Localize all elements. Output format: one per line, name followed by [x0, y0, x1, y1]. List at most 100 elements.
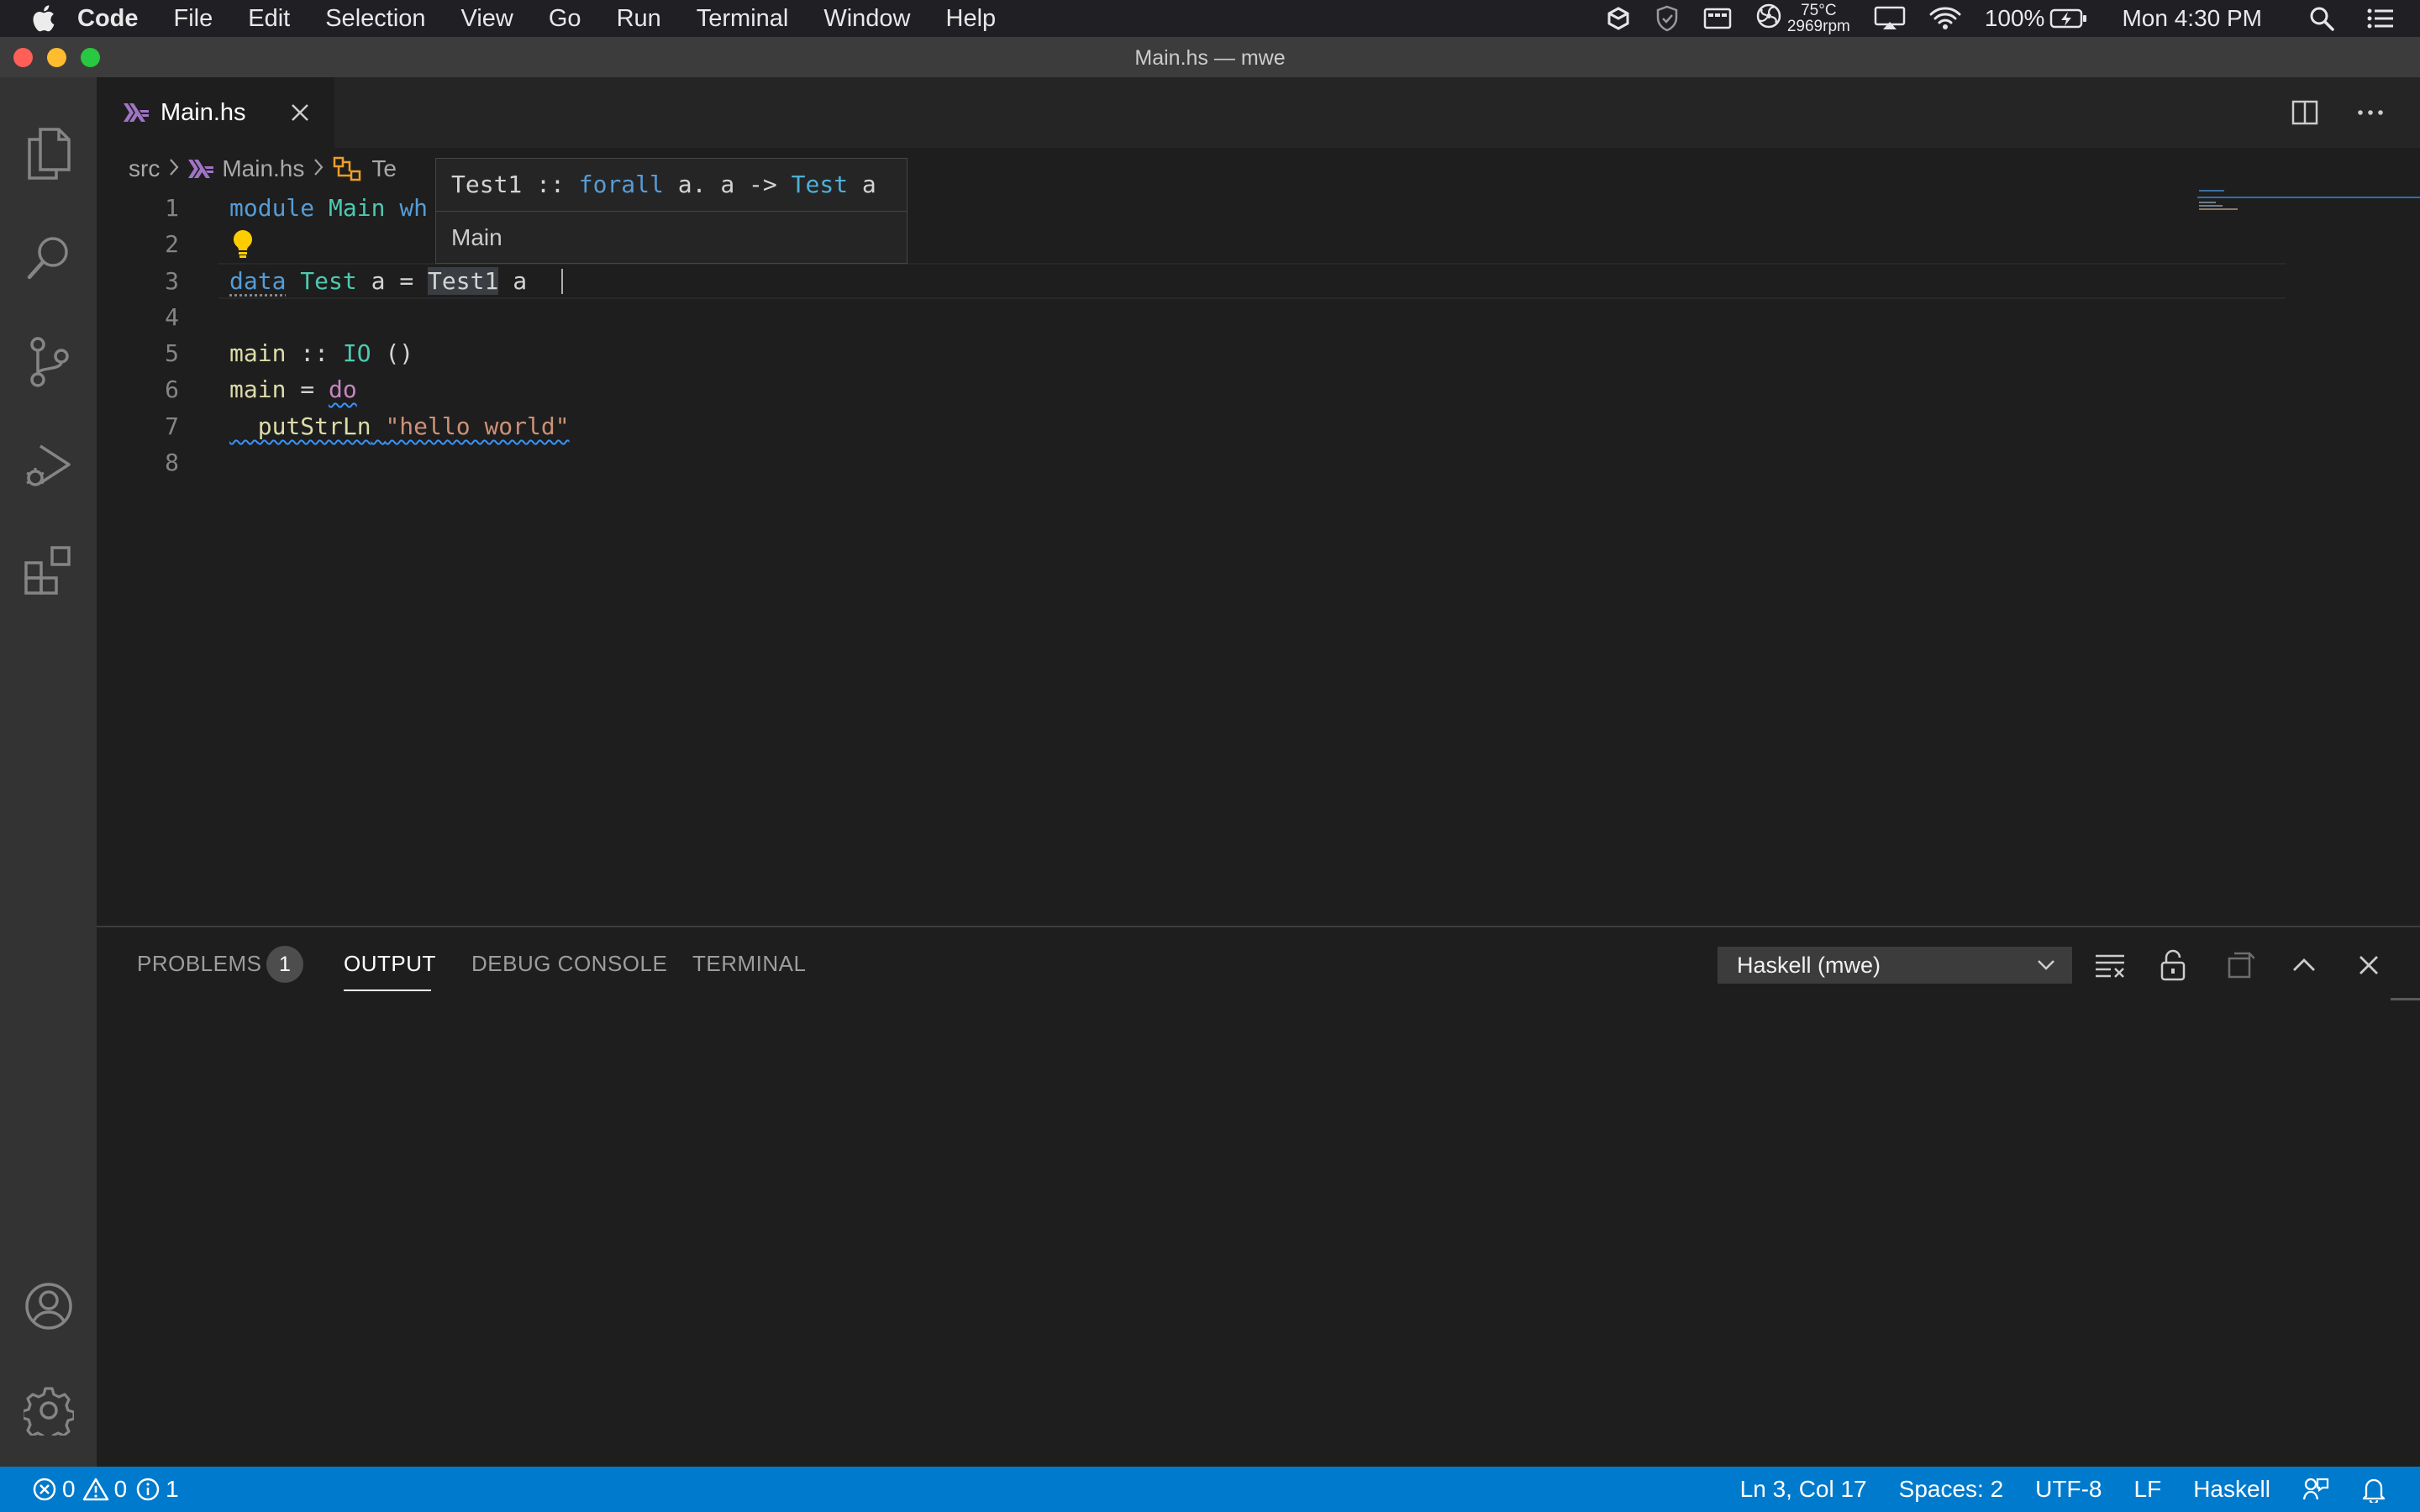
status-bar: 0 0 1 Ln 3, Col 17 Spaces: 2 UTF-8 LF Ha…: [0, 1467, 2420, 1512]
tab-problems[interactable]: PROBLEMS: [137, 951, 262, 977]
close-tab-icon[interactable]: [290, 102, 310, 123]
open-log-file-icon[interactable]: [2218, 944, 2260, 986]
tab-main-hs[interactable]: Main.hs: [97, 77, 334, 148]
hover-op: ::: [536, 171, 565, 198]
minimap[interactable]: [2197, 190, 2420, 739]
battery-status[interactable]: 100%: [1985, 5, 2089, 32]
hover-var: a: [862, 171, 876, 198]
io-type: IO: [343, 339, 371, 367]
info-count: 1: [166, 1476, 179, 1503]
cursor-position[interactable]: Ln 3, Col 17: [1740, 1476, 1867, 1503]
temperature-text: 75°C: [1787, 3, 1850, 18]
spotlight-search-icon[interactable]: [2309, 6, 2334, 31]
lock-scroll-icon[interactable]: [2152, 944, 2194, 986]
error-icon: [32, 1477, 57, 1502]
menu-run[interactable]: Run: [617, 5, 661, 33]
type-var: a: [371, 267, 386, 295]
indentation[interactable]: Spaces: 2: [1899, 1476, 2004, 1503]
hover-divider: [436, 211, 907, 212]
control-center-icon[interactable]: [2366, 7, 2395, 30]
problems-summary[interactable]: 0 0 1: [32, 1467, 179, 1512]
more-actions-icon[interactable]: [2352, 94, 2389, 131]
activity-bar: [0, 77, 97, 1467]
window-title: Main.hs — mwe: [0, 46, 2420, 71]
split-editor-icon[interactable]: [2286, 94, 2323, 131]
code-line-7: putStrLn "hello world": [229, 408, 570, 444]
extensions-icon[interactable]: [0, 524, 97, 617]
haskell-file-icon: [188, 160, 213, 178]
accounts-icon[interactable]: [0, 1260, 97, 1352]
menu-file[interactable]: File: [174, 5, 213, 33]
menu-help[interactable]: Help: [946, 5, 997, 33]
error-count: 0: [62, 1476, 76, 1503]
code-line-1: module Main wh: [229, 190, 428, 226]
apple-logo-icon[interactable]: [30, 0, 77, 37]
line-number: 1: [97, 190, 179, 226]
feedback-icon[interactable]: [2302, 1476, 2329, 1503]
menu-edit[interactable]: Edit: [248, 5, 290, 33]
keyword-where-partial: wh: [399, 194, 428, 222]
status-right-items: Ln 3, Col 17 Spaces: 2 UTF-8 LF Haskell: [1708, 1467, 2386, 1512]
haskell-file-icon: [124, 103, 149, 122]
box-status-icon[interactable]: [1606, 6, 1631, 31]
battery-percent: 100%: [1985, 5, 2045, 32]
close-panel-icon[interactable]: [2348, 944, 2390, 986]
airplay-icon[interactable]: [1874, 6, 1906, 31]
string-literal: "hello world": [385, 412, 569, 440]
notifications-bell-icon[interactable]: [2361, 1476, 2386, 1503]
end-of-line[interactable]: LF: [2134, 1476, 2162, 1503]
screen-status-icon[interactable]: [1703, 7, 1732, 30]
menu-app-name[interactable]: Code: [77, 5, 139, 33]
tab-label: Main.hs: [160, 99, 246, 127]
keyword-module: module: [229, 194, 314, 222]
equals-op: =: [399, 267, 413, 295]
type-name: Test: [300, 267, 356, 295]
lightbulb-icon[interactable]: [231, 228, 255, 265]
run-debug-icon[interactable]: [0, 420, 97, 512]
menu-window[interactable]: Window: [823, 5, 910, 33]
shield-status-icon[interactable]: [1655, 5, 1680, 32]
settings-gear-icon[interactable]: [0, 1364, 97, 1457]
clear-output-icon[interactable]: [2089, 944, 2131, 986]
wifi-icon[interactable]: [1929, 7, 1961, 30]
output-channel-select[interactable]: Haskell (mwe): [1718, 947, 2072, 984]
language-mode[interactable]: Haskell: [2193, 1476, 2270, 1503]
current-line-highlight: [218, 263, 2286, 299]
maximize-panel-icon[interactable]: [2283, 944, 2325, 986]
breadcrumb-file[interactable]: Main.hs: [222, 155, 304, 182]
menu-selection[interactable]: Selection: [325, 5, 425, 33]
chevron-right-icon: [168, 155, 180, 182]
code-editor[interactable]: 1 2 3 4 5 6 7 8 module Main wh data Test…: [97, 190, 2420, 926]
fan-speed-text: 2969rpm: [1787, 18, 1850, 34]
source-control-icon[interactable]: [0, 316, 97, 408]
keyword-do: do: [329, 375, 357, 403]
module-name: Main: [329, 194, 385, 222]
warning-icon: [82, 1477, 109, 1502]
hover-type: Test: [792, 171, 848, 198]
clock-text[interactable]: Mon 4:30 PM: [2122, 5, 2262, 32]
problems-count-badge: 1: [266, 946, 303, 983]
equals-op: =: [300, 375, 314, 403]
explorer-icon[interactable]: [0, 108, 97, 200]
unit-type: (): [385, 339, 413, 367]
tab-debug-console[interactable]: DEBUG CONSOLE: [471, 951, 667, 977]
line-number: 3: [97, 263, 179, 299]
fan-status[interactable]: 75°C 2969rpm: [1755, 3, 1850, 35]
breadcrumb-folder[interactable]: src: [129, 155, 160, 182]
search-icon[interactable]: [0, 212, 97, 304]
encoding[interactable]: UTF-8: [2035, 1476, 2102, 1503]
chevron-down-icon: [2036, 956, 2056, 974]
text-cursor: [561, 269, 563, 294]
menu-terminal[interactable]: Terminal: [697, 5, 789, 33]
code-line-6: main = do: [229, 371, 357, 407]
constructor-arg: a: [513, 267, 527, 295]
tab-output[interactable]: OUTPUT: [344, 951, 436, 977]
panel-scrollbar[interactable]: [2391, 998, 2420, 1000]
code-line-5: main :: IO (): [229, 335, 413, 371]
fan-icon: [1755, 3, 1782, 35]
menu-view[interactable]: View: [461, 5, 513, 33]
menu-go[interactable]: Go: [549, 5, 581, 33]
tab-terminal[interactable]: TERMINAL: [692, 951, 806, 977]
breadcrumb-symbol[interactable]: Te: [371, 155, 397, 182]
function-name: main: [229, 339, 286, 367]
